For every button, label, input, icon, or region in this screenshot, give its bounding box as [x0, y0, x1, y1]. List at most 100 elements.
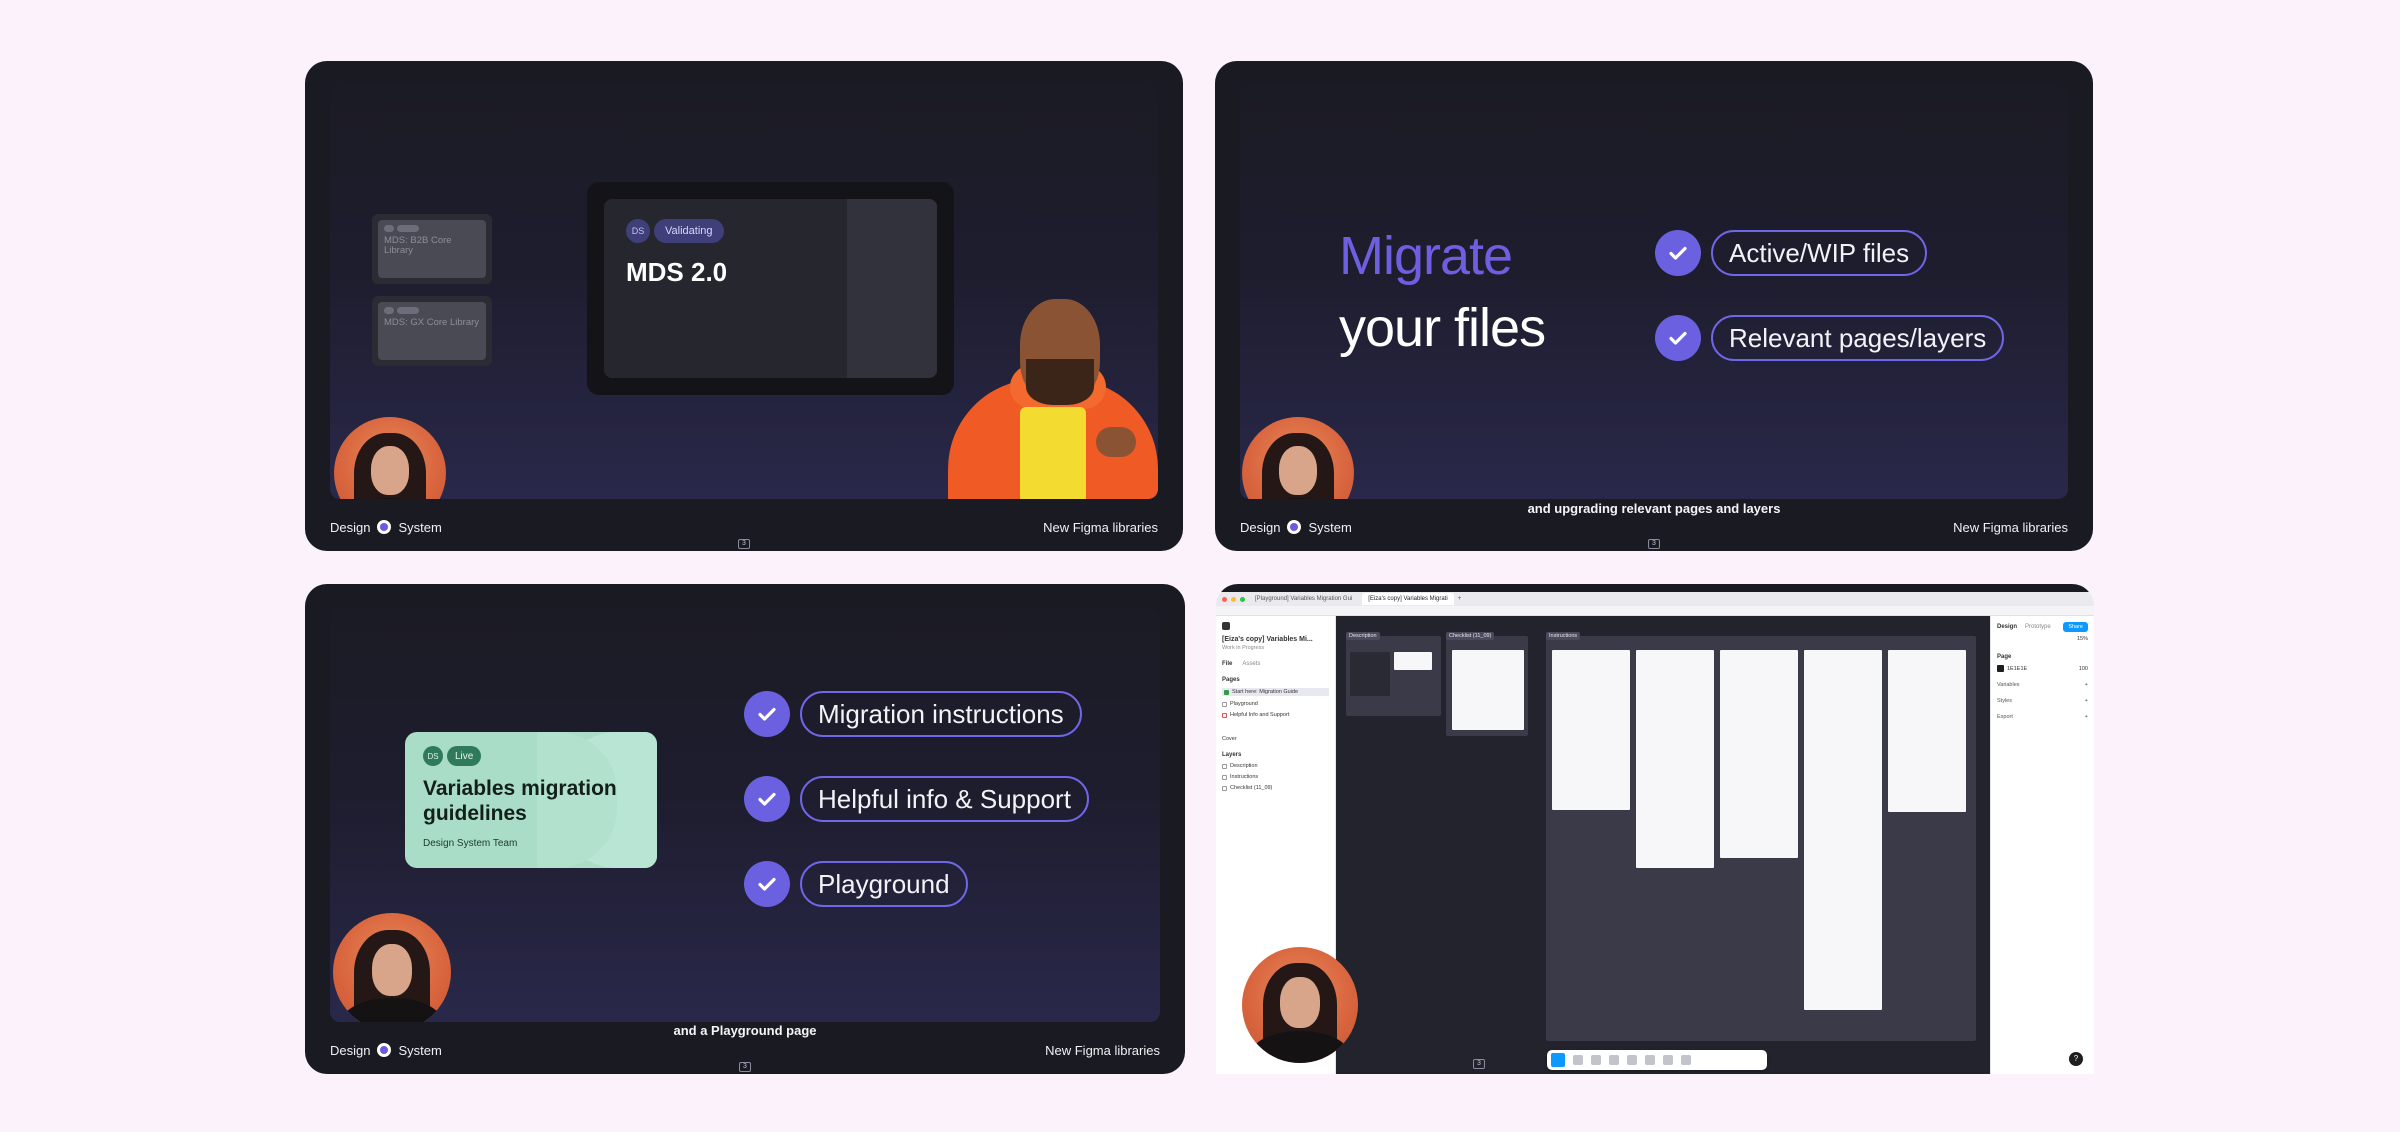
- page-heading: Page: [1997, 654, 2012, 660]
- ds-tag: DS: [423, 746, 443, 766]
- check-item: Migration instructions: [744, 691, 1082, 737]
- tab-assets[interactable]: Assets: [1242, 661, 1260, 667]
- presenter-avatar: [1242, 947, 1358, 1063]
- slide-number: 3: [1648, 539, 1660, 549]
- tab-prototype[interactable]: Prototype: [2025, 624, 2051, 630]
- fill-hex: 1E1E1E: [2007, 665, 2028, 672]
- tab-eiza-copy[interactable]: [Eiza's copy] Variables Migrati: [1362, 593, 1454, 605]
- brand-right: System: [1308, 519, 1352, 535]
- slide-title: Migrate your files: [1339, 220, 1546, 364]
- doc-frame: [1804, 650, 1882, 1010]
- frame-tool-icon[interactable]: [1573, 1055, 1583, 1065]
- dev-mode-icon[interactable]: [1681, 1055, 1691, 1065]
- fill-swatch: [1997, 665, 2004, 672]
- doc-frame: [1888, 650, 1966, 812]
- pages-heading: Pages: [1222, 677, 1240, 683]
- shape-tool-icon[interactable]: [1591, 1055, 1601, 1065]
- doc-frame: [1350, 652, 1390, 696]
- page-item[interactable]: Helpful Info and Support: [1222, 712, 1329, 718]
- tab-file[interactable]: File: [1222, 661, 1232, 667]
- slide-1[interactable]: MDS: B2B Core Library MDS: GX Core Libra…: [305, 61, 1183, 551]
- section-label: Instructions: [1546, 632, 1581, 640]
- check-icon: [744, 861, 790, 907]
- deck-title: New Figma libraries: [1045, 1042, 1160, 1058]
- slide-number: 3: [1473, 1059, 1485, 1069]
- slide-number: 3: [738, 539, 750, 549]
- ruler: [1216, 606, 2094, 616]
- slide-footer: Design System New Figma libraries: [330, 1040, 1160, 1060]
- library-name: MDS: GX Core Library: [384, 317, 480, 328]
- maximize-window-icon[interactable]: [1240, 596, 1245, 602]
- tab-design[interactable]: Design: [1997, 624, 2017, 630]
- slide-2[interactable]: Migrate your files Active/WIP files Rele…: [1215, 61, 2093, 551]
- move-tool-icon[interactable]: [1551, 1053, 1565, 1067]
- row-label: Styles: [1997, 698, 2012, 704]
- figma-canvas[interactable]: Description Checklist (11_09) Instructio…: [1336, 616, 1990, 1074]
- check-item: Active/WIP files: [1655, 230, 1928, 276]
- section-label: Description: [1346, 632, 1380, 640]
- file-name[interactable]: [Eiza's copy] Variables Mi...: [1222, 636, 1329, 643]
- status-badge: Live: [447, 746, 482, 766]
- meme-figure: [948, 299, 1158, 499]
- slide-stage: Migrate your files Active/WIP files Rele…: [1240, 86, 2068, 499]
- check-label: Playground: [800, 861, 968, 907]
- layer-label: Instructions: [1230, 774, 1259, 780]
- check-icon: [744, 691, 790, 737]
- layer-item[interactable]: Description: [1222, 763, 1329, 769]
- check-item: Relevant pages/layers: [1655, 315, 2005, 361]
- zoom-level[interactable]: 15%: [1997, 636, 2088, 642]
- ds-tag: DS: [626, 219, 650, 243]
- panel-row-styles[interactable]: Styles +: [1997, 698, 2088, 704]
- caption: and a Playground page: [673, 1023, 817, 1038]
- brand-logo: Design System: [330, 520, 442, 535]
- tab-playground[interactable]: [Playground] Variables Migration Gui: [1249, 593, 1358, 605]
- panel-row-variables[interactable]: Variables +: [1997, 682, 2088, 688]
- new-tab-icon[interactable]: +: [1458, 596, 1462, 602]
- doc-frame: [1452, 650, 1524, 730]
- close-window-icon[interactable]: [1222, 596, 1227, 602]
- card-title: MDS 2.0: [626, 257, 728, 287]
- minimize-window-icon[interactable]: [1231, 596, 1236, 602]
- brand-dot-icon: [377, 1043, 392, 1057]
- actions-tool-icon[interactable]: [1663, 1055, 1673, 1065]
- page-label: Playground: [1230, 701, 1258, 707]
- help-button[interactable]: ?: [2069, 1052, 2083, 1066]
- section-label: Checklist (11_09): [1446, 632, 1495, 640]
- deck-title: New Figma libraries: [1043, 519, 1158, 535]
- share-button[interactable]: Share: [2063, 622, 2088, 632]
- page-item[interactable]: Cover: [1222, 736, 1329, 742]
- page-fill[interactable]: 1E1E1E 100: [1997, 665, 2088, 672]
- card-team: Design System Team: [423, 838, 518, 849]
- layer-label: Checklist (11_09): [1230, 785, 1273, 791]
- library-card: MDS: GX Core Library: [372, 296, 492, 366]
- page-item[interactable]: Playground: [1222, 701, 1329, 707]
- presenter-avatar: [333, 913, 451, 1022]
- slide-3[interactable]: DS Live Variables migration guidelines D…: [305, 584, 1185, 1074]
- doc-frame: [1394, 652, 1432, 670]
- caption: and upgrading relevant pages and layers: [1527, 501, 1781, 516]
- figma-logo-icon[interactable]: [1222, 622, 1230, 630]
- doc-frame: [1636, 650, 1714, 868]
- comment-tool-icon[interactable]: [1645, 1055, 1655, 1065]
- layer-item[interactable]: Checklist (11_09): [1222, 785, 1329, 791]
- check-icon: [1655, 230, 1701, 276]
- brand-logo: Design System: [330, 1043, 442, 1058]
- layer-item[interactable]: Instructions: [1222, 774, 1329, 780]
- title-accent: Migrate: [1339, 226, 1513, 286]
- deck-title: New Figma libraries: [1953, 519, 2068, 535]
- panel-row-export[interactable]: Export +: [1997, 714, 2088, 720]
- doc-frame: [1552, 650, 1630, 810]
- brand-left: Design: [330, 519, 371, 535]
- fill-opacity: 100: [2078, 665, 2088, 672]
- pen-tool-icon[interactable]: [1609, 1055, 1619, 1065]
- file-status: Work in Progress: [1222, 645, 1265, 651]
- slide-footer: Design System New Figma libraries: [330, 517, 1158, 537]
- page-item[interactable]: Start here: Migration Guide: [1222, 688, 1329, 696]
- figma-toolbar: [1547, 1050, 1767, 1070]
- page-label: Cover: [1222, 736, 1237, 742]
- doc-frame: [1720, 650, 1798, 858]
- window-top: [1216, 584, 2094, 592]
- slide-footer: Design System New Figma libraries: [1240, 517, 2068, 537]
- check-label: Active/WIP files: [1711, 230, 1928, 276]
- text-tool-icon[interactable]: [1627, 1055, 1637, 1065]
